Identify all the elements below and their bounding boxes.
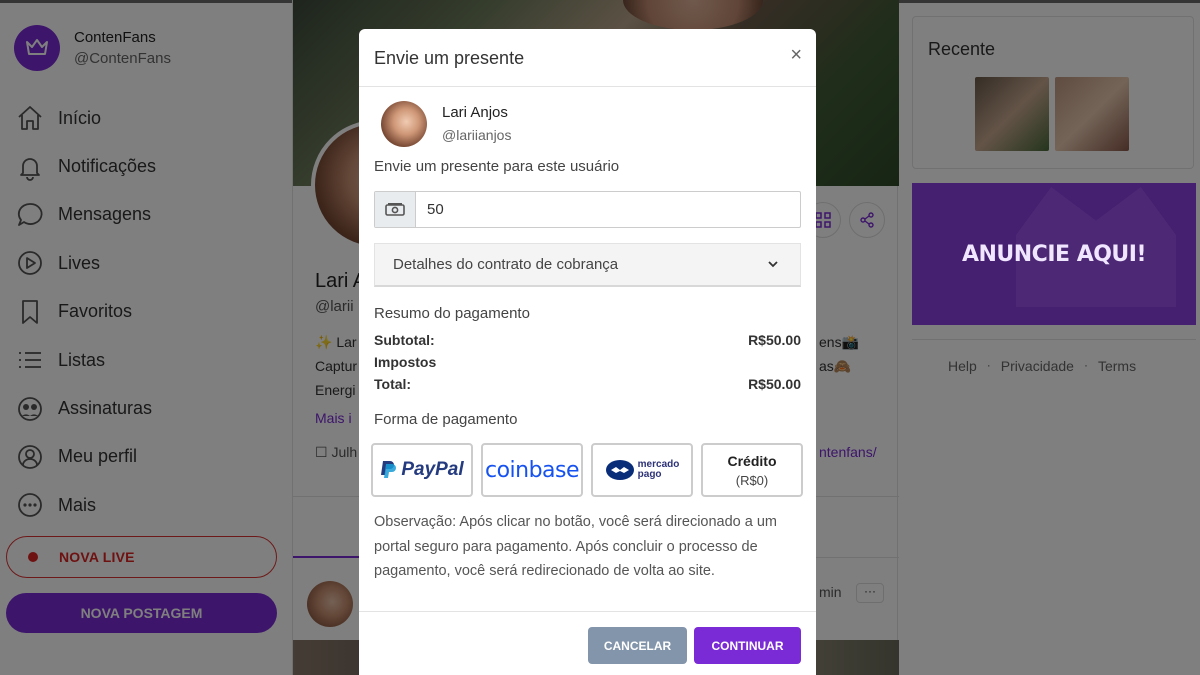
ad-text: ANUNCIE AQUI! [961,241,1147,267]
paypal-text: PayPal [401,459,464,480]
paypal-icon [381,461,397,478]
payment-title: Forma de pagamento [374,411,518,428]
subtotal-value: R$50.00 [748,332,801,348]
credit-button[interactable]: Crédito (R$0) [701,443,803,497]
subtotal-label: Subtotal: [374,332,435,348]
credit-label: Crédito [727,452,777,469]
recipient-handle: @lariianjos [442,127,512,143]
subtotal-row: Subtotal: R$50.00 [374,332,801,348]
gift-description: Envie um presente para este usuário [374,158,620,175]
billing-details-label: Detalhes do contrato de cobrança [393,256,619,273]
amount-value[interactable]: 50 [416,192,444,227]
close-icon[interactable]: × [790,45,802,65]
chevron-down-icon [768,261,778,268]
total-label: Total: [374,376,412,392]
paypal-button[interactable]: PayPal [371,443,473,497]
divider [359,86,816,87]
money-icon [375,192,416,227]
handshake-icon [605,460,634,480]
amount-field[interactable]: 50 [374,191,801,228]
continue-button[interactable]: CONTINUAR [694,627,801,664]
billing-details-select[interactable]: Detalhes do contrato de cobrança [374,243,801,287]
paypal-logo: PayPal [380,459,464,481]
total-value: R$50.00 [748,376,801,392]
credit-balance: (R$0) [735,472,769,488]
total-row: Total: R$50.00 [374,376,801,392]
cancel-button[interactable]: CANCELAR [588,627,687,664]
payment-note: Observação: Após clicar no botão, você s… [374,514,778,579]
recipient-avatar [381,101,427,147]
mercado-pago-line2: pago [637,469,662,480]
taxes-row: Impostos [374,354,801,370]
divider [359,611,816,612]
gift-modal: Envie um presente × Lari Anjos @lariianj… [359,29,816,675]
taxes-label: Impostos [374,354,437,370]
recipient-name: Lari Anjos [442,104,508,121]
modal-title: Envie um presente [374,48,525,68]
coinbase-button[interactable]: coinbase [481,443,583,497]
mercado-pago-button[interactable]: mercado pago [591,443,693,497]
mercado-pago-logo: mercado pago [605,459,679,481]
coinbase-logo: coinbase [484,457,580,483]
summary-title: Resumo do pagamento [374,305,530,322]
